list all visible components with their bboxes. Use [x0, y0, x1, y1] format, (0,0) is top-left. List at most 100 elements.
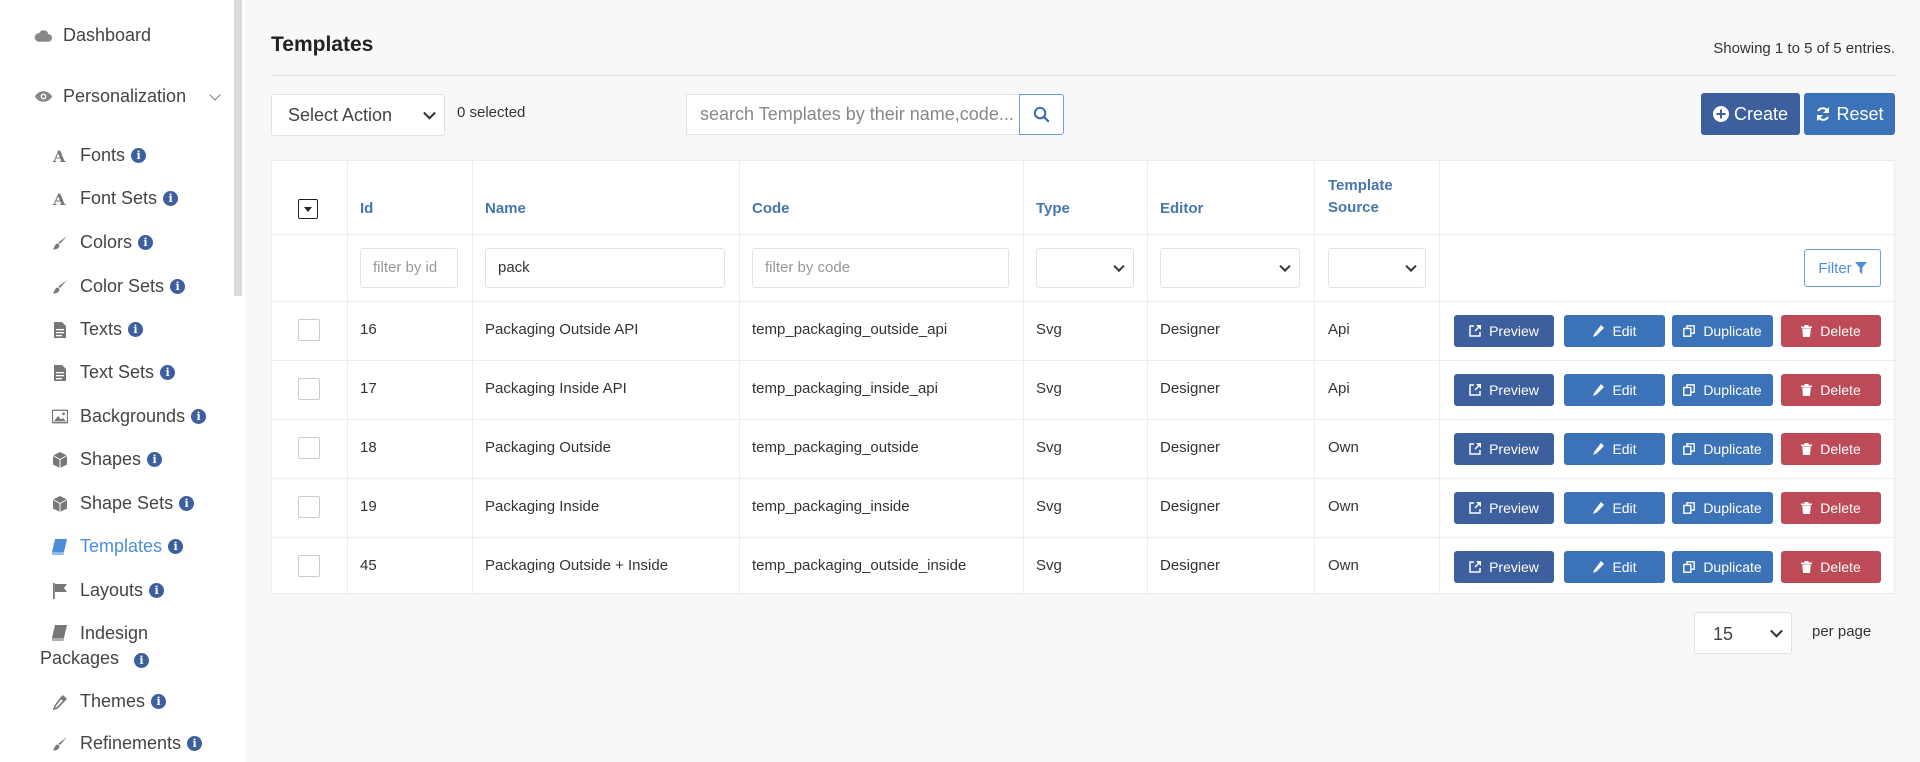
- cube-icon: [52, 495, 68, 512]
- duplicate-button[interactable]: Duplicate: [1672, 551, 1773, 583]
- cell-type: Svg: [1036, 380, 1062, 397]
- sidebar-item-texts[interactable]: Texts i: [52, 317, 144, 342]
- header-type[interactable]: Type: [1036, 198, 1070, 220]
- filter-code-input[interactable]: filter by code: [752, 248, 1009, 288]
- edit-button[interactable]: Edit: [1564, 315, 1665, 347]
- duplicate-button[interactable]: Duplicate: [1672, 374, 1773, 406]
- filter-type-select[interactable]: [1036, 248, 1134, 288]
- info-icon[interactable]: i: [163, 191, 179, 206]
- header-name[interactable]: Name: [485, 198, 526, 220]
- duplicate-label: Duplicate: [1703, 382, 1762, 398]
- preview-button[interactable]: Preview: [1454, 433, 1554, 465]
- sidebar-item-indesign[interactable]: Indesign Packages i: [40, 621, 149, 671]
- info-icon[interactable]: i: [147, 452, 163, 467]
- per-page-label: per page: [1812, 623, 1872, 640]
- edit-button[interactable]: Edit: [1564, 374, 1665, 406]
- sidebar-item-shapes[interactable]: Shapes i: [52, 447, 163, 472]
- filter-editor-select[interactable]: [1160, 248, 1300, 288]
- external-link-icon: [1469, 443, 1485, 455]
- refresh-icon: [1817, 107, 1830, 121]
- create-button[interactable]: Create: [1701, 93, 1800, 135]
- reset-button[interactable]: Reset: [1804, 93, 1895, 135]
- sidebar-scrollbar[interactable]: [234, 0, 242, 296]
- sidebar-item-fonts[interactable]: A Fonts i: [52, 143, 147, 168]
- info-icon[interactable]: i: [191, 409, 207, 424]
- duplicate-button[interactable]: Duplicate: [1672, 315, 1773, 347]
- info-icon[interactable]: i: [138, 235, 154, 250]
- flag-icon: [52, 582, 68, 599]
- duplicate-button[interactable]: Duplicate: [1672, 433, 1773, 465]
- preview-button[interactable]: Preview: [1454, 315, 1554, 347]
- sidebar-item-label: Backgrounds: [80, 406, 186, 426]
- edit-button[interactable]: Edit: [1564, 551, 1665, 583]
- sidebar-item-refinements[interactable]: Refinements i: [52, 731, 203, 756]
- delete-label: Delete: [1820, 559, 1861, 575]
- info-icon[interactable]: i: [168, 539, 184, 554]
- chevron-down-icon: [1113, 260, 1125, 273]
- duplicate-button[interactable]: Duplicate: [1672, 492, 1773, 524]
- filter-source-select[interactable]: [1328, 248, 1426, 288]
- select-all-checkbox[interactable]: [298, 199, 318, 219]
- search-icon: [1033, 106, 1050, 123]
- select-action-dropdown[interactable]: Select Action: [271, 94, 445, 136]
- row-checkbox[interactable]: [298, 378, 320, 400]
- eyedropper-icon: [52, 694, 68, 710]
- delete-button[interactable]: Delete: [1781, 315, 1881, 347]
- row-checkbox[interactable]: [298, 496, 320, 518]
- trash-icon: [1801, 443, 1816, 455]
- info-icon[interactable]: i: [160, 365, 176, 380]
- chevron-down-icon: [209, 89, 221, 101]
- row-checkbox[interactable]: [298, 437, 320, 459]
- info-icon[interactable]: i: [151, 694, 167, 709]
- sidebar-item-layouts[interactable]: Layouts i: [52, 578, 165, 603]
- sidebar-item-text-sets[interactable]: Text Sets i: [52, 360, 176, 385]
- delete-button[interactable]: Delete: [1781, 492, 1881, 524]
- edit-button[interactable]: Edit: [1564, 433, 1665, 465]
- sidebar-item-themes[interactable]: Themes i: [52, 689, 167, 714]
- search-button[interactable]: [1019, 94, 1064, 135]
- edit-button[interactable]: Edit: [1564, 492, 1665, 524]
- book-icon: [52, 625, 68, 641]
- preview-button[interactable]: Preview: [1454, 551, 1554, 583]
- preview-button[interactable]: Preview: [1454, 492, 1554, 524]
- row-checkbox[interactable]: [298, 319, 320, 341]
- sidebar-item-shape-sets[interactable]: Shape Sets i: [52, 491, 195, 516]
- filter-button[interactable]: Filter: [1804, 249, 1881, 287]
- nav-dashboard[interactable]: Dashboard: [34, 25, 151, 46]
- delete-button[interactable]: Delete: [1781, 374, 1881, 406]
- info-icon[interactable]: i: [134, 653, 149, 668]
- search-input[interactable]: search Templates by their name,code...: [686, 94, 1019, 135]
- sidebar-item-templates[interactable]: Templates i: [52, 534, 184, 559]
- table-row: 45 Packaging Outside + Inside temp_packagi…: [272, 538, 1896, 596]
- sidebar-item-font-sets[interactable]: A Font Sets i: [52, 186, 179, 211]
- trash-icon: [1801, 384, 1816, 396]
- info-icon[interactable]: i: [149, 583, 165, 598]
- info-icon[interactable]: i: [128, 322, 144, 337]
- sidebar-item-colors[interactable]: Colors i: [52, 230, 154, 255]
- sidebar-item-label: Shape Sets: [80, 493, 174, 513]
- cell-source: Own: [1328, 557, 1359, 574]
- header-id[interactable]: Id: [360, 198, 373, 220]
- delete-button[interactable]: Delete: [1781, 551, 1881, 583]
- nav-personalization[interactable]: Personalization: [34, 86, 221, 107]
- per-page-value: 15: [1713, 624, 1734, 644]
- row-checkbox[interactable]: [298, 555, 320, 577]
- per-page-select[interactable]: 15: [1694, 612, 1792, 654]
- info-icon[interactable]: i: [131, 148, 147, 163]
- filter-id-input[interactable]: filter by id: [360, 248, 458, 288]
- header-code[interactable]: Code: [752, 198, 790, 220]
- preview-button[interactable]: Preview: [1454, 374, 1554, 406]
- delete-label: Delete: [1820, 441, 1861, 457]
- copy-icon: [1683, 561, 1699, 573]
- sidebar-item-color-sets[interactable]: Color Sets i: [52, 274, 186, 299]
- create-label: Create: [1733, 103, 1789, 124]
- preview-label: Preview: [1489, 441, 1539, 457]
- sidebar-item-backgrounds[interactable]: Backgrounds i: [52, 404, 207, 429]
- filter-name-input[interactable]: pack: [485, 248, 725, 288]
- info-icon[interactable]: i: [179, 496, 195, 511]
- header-editor[interactable]: Editor: [1160, 198, 1203, 220]
- header-template-source[interactable]: Template Source: [1328, 175, 1393, 219]
- info-icon[interactable]: i: [187, 736, 203, 751]
- delete-button[interactable]: Delete: [1781, 433, 1881, 465]
- info-icon[interactable]: i: [170, 279, 186, 294]
